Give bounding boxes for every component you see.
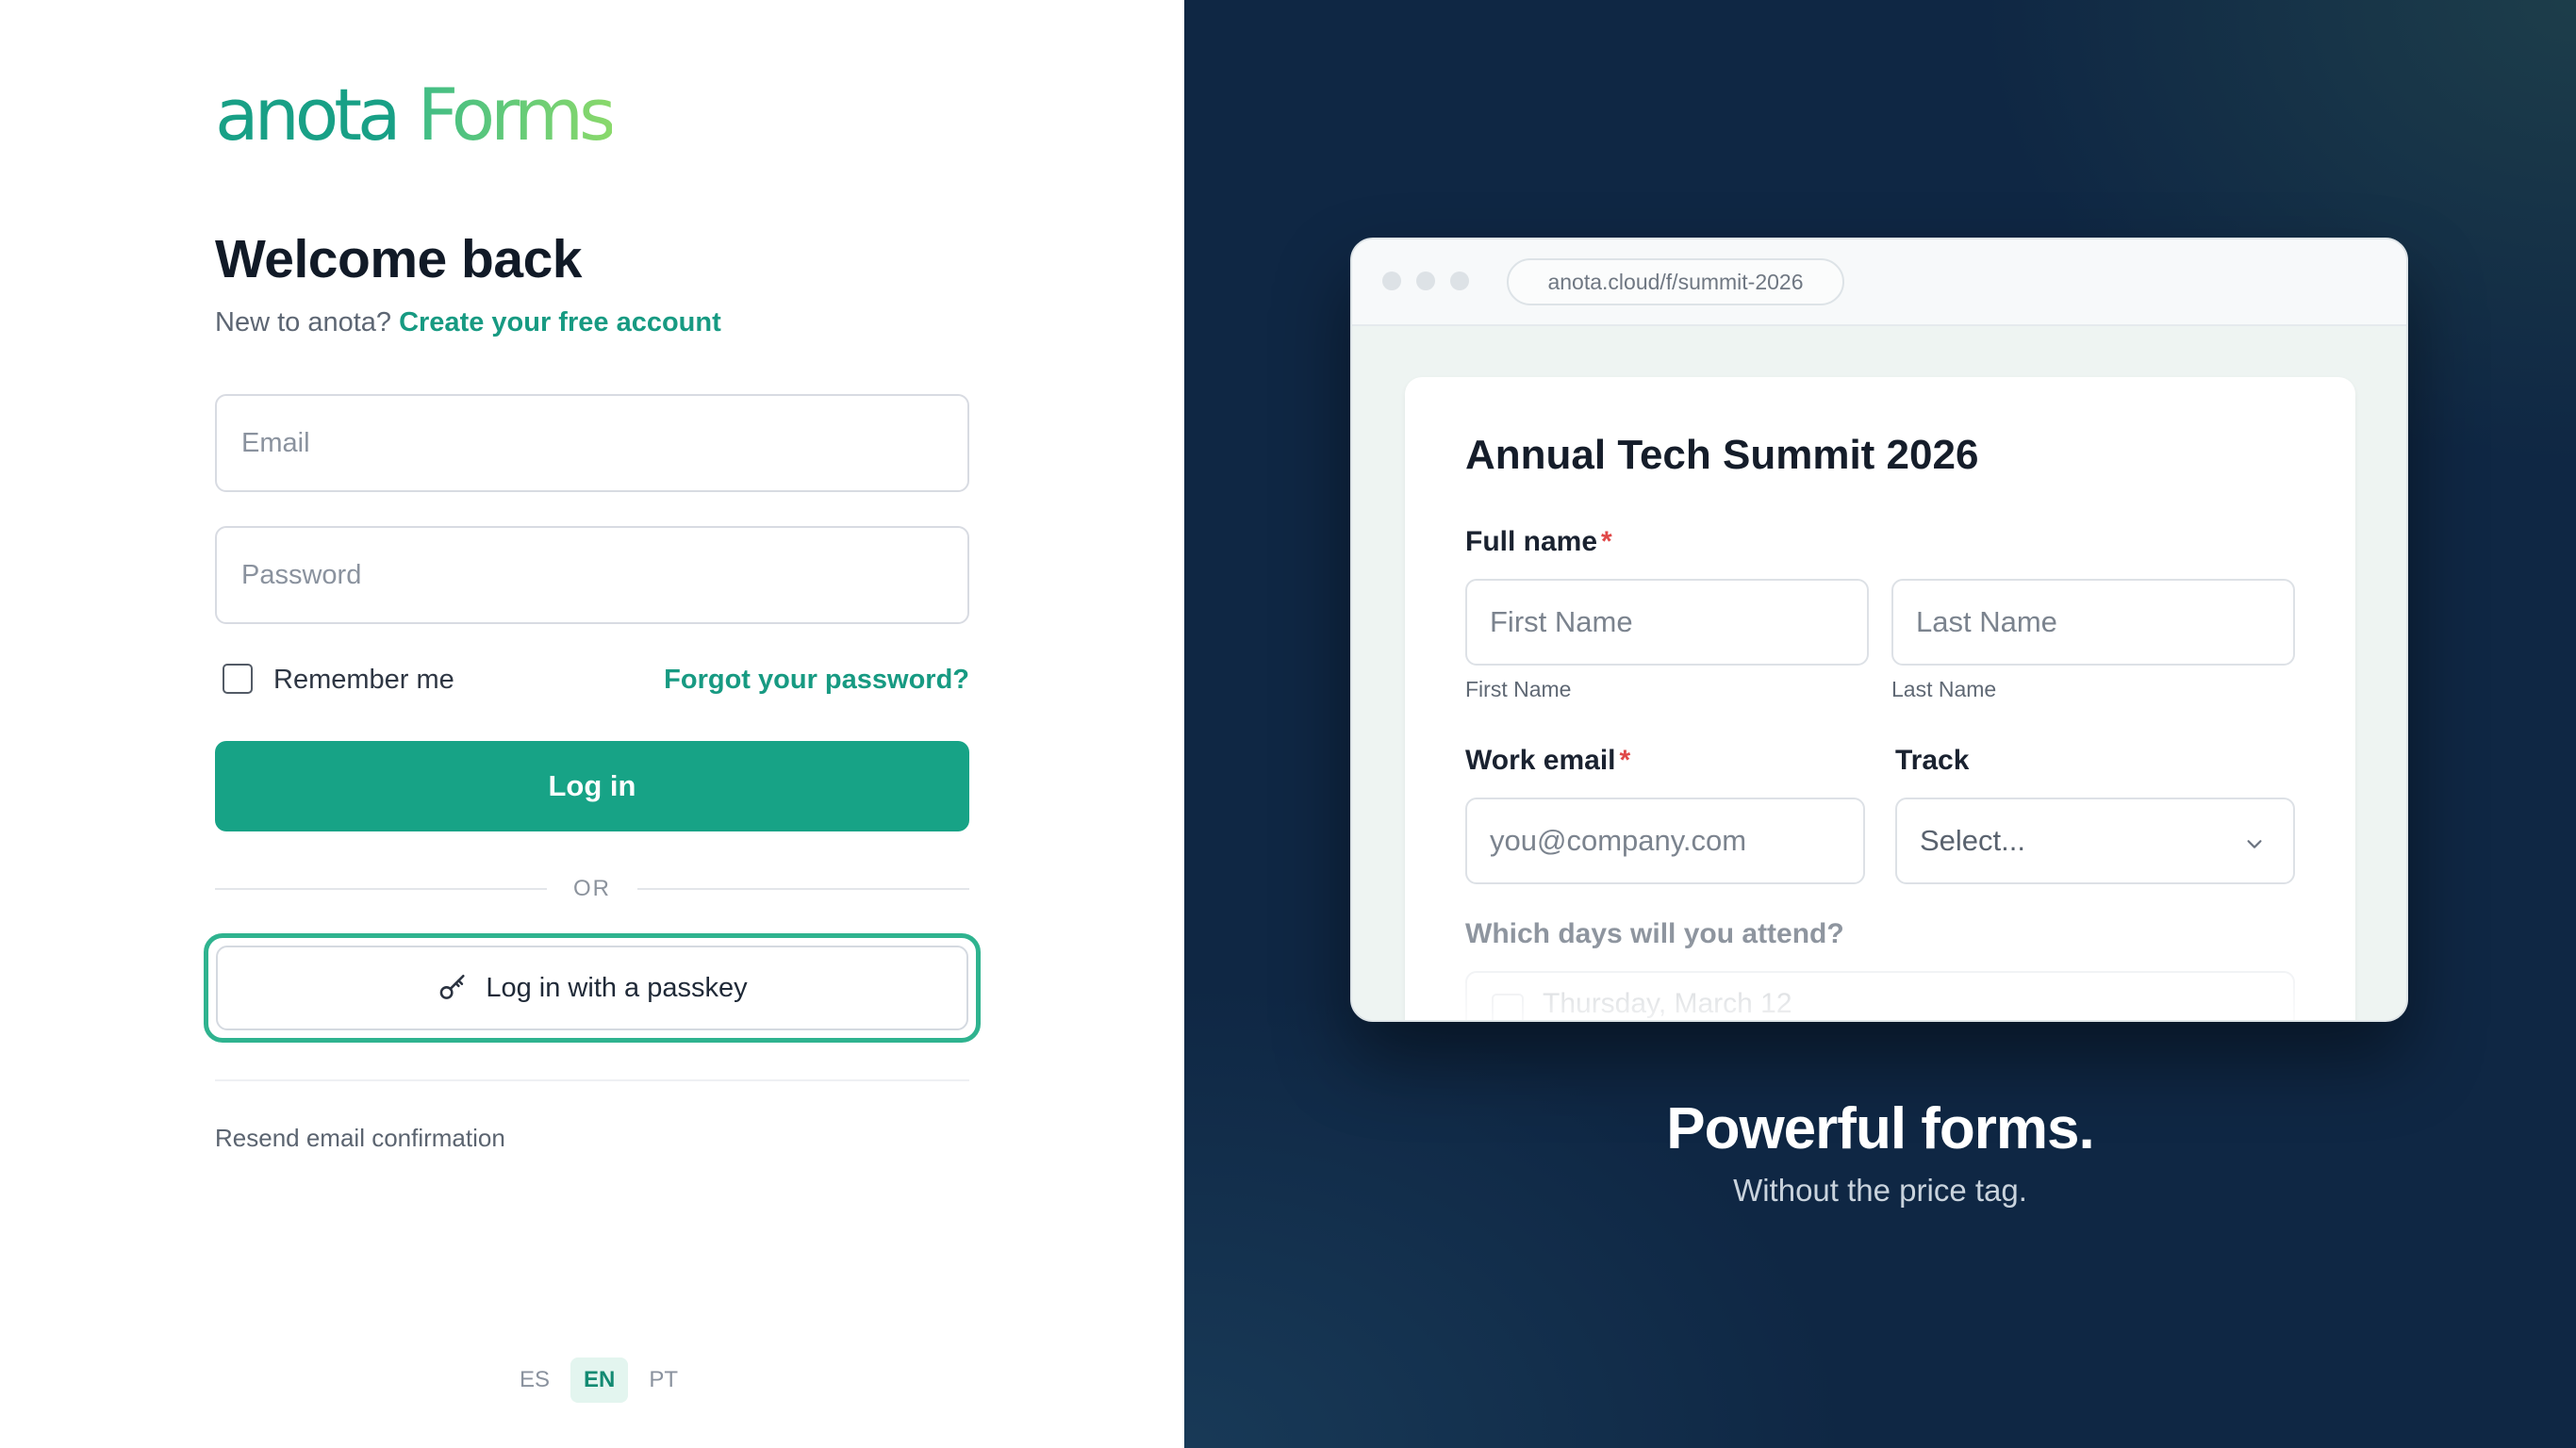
first-name-sublabel: First Name <box>1465 677 1572 701</box>
day-checkbox[interactable] <box>1492 994 1524 1020</box>
remember-me-label[interactable]: Remember me <box>273 665 454 696</box>
create-account-link[interactable]: Create your free account <box>399 307 721 337</box>
lang-pt[interactable]: PT <box>636 1358 691 1403</box>
lang-en[interactable]: EN <box>570 1358 629 1403</box>
section-divider <box>215 1079 969 1081</box>
window-dot-icon <box>1416 272 1435 290</box>
login-panel: anota Forms Welcome back New to anota? Cr… <box>0 0 1184 1448</box>
divider-or: OR <box>573 876 611 901</box>
browser-mockup: anota.cloud/f/summit-2026 Annual Tech Su… <box>1350 238 2408 1022</box>
language-switcher: ES EN PT <box>506 1358 691 1403</box>
chevron-down-icon <box>2247 840 2262 848</box>
track-label: Track <box>1895 745 1970 776</box>
required-marker: * <box>1619 745 1631 776</box>
passkey-focus-ring: Log in with a passkey <box>204 933 981 1043</box>
work-email-label-text: Work email <box>1465 745 1616 776</box>
day-option-label: Thursday, March 12 <box>1543 988 1792 1019</box>
remember-me-checkbox[interactable] <box>223 664 253 694</box>
url-bar: anota.cloud/f/summit-2026 <box>1507 258 1844 305</box>
track-select-value: Select... <box>1920 824 2025 857</box>
full-name-label-text: Full name <box>1465 526 1598 557</box>
logo-word-anota: anota <box>215 73 402 156</box>
signup-prompt: New to anota? <box>215 307 392 337</box>
last-name-sublabel: Last Name <box>1891 677 1997 701</box>
window-dot-icon <box>1382 272 1401 290</box>
browser-content: Annual Tech Summit 2026 Full name * First… <box>1352 326 2406 1020</box>
logo-word-forms: Forms <box>417 73 617 156</box>
form-title: Annual Tech Summit 2026 <box>1465 432 1979 478</box>
work-email-input[interactable] <box>1465 798 1865 884</box>
passkey-login-button[interactable]: Log in with a passkey <box>216 946 968 1030</box>
lang-es[interactable]: ES <box>506 1358 563 1403</box>
track-select[interactable]: Select... <box>1895 798 2295 884</box>
passkey-button-label: Log in with a passkey <box>486 972 748 1003</box>
marketing-tagline: Powerful forms. <box>1666 1096 2095 1161</box>
browser-toolbar: anota.cloud/f/summit-2026 <box>1352 239 2406 326</box>
first-name-input[interactable] <box>1465 579 1869 666</box>
key-icon <box>440 974 465 999</box>
forgot-password-link[interactable]: Forgot your password? <box>664 665 969 696</box>
remember-row: Remember me Forgot your password? <box>215 662 969 699</box>
required-marker: * <box>1601 526 1612 557</box>
divider-right <box>637 888 969 890</box>
password-field[interactable] <box>215 526 969 624</box>
resend-confirmation-link[interactable]: Resend email confirmation <box>215 1124 505 1153</box>
page-title: Welcome back <box>215 229 582 289</box>
form-preview-card: Annual Tech Summit 2026 Full name * First… <box>1405 377 2355 1020</box>
marketing-subtagline: Without the price tag. <box>1733 1173 2027 1208</box>
full-name-label: Full name * <box>1465 526 1612 558</box>
day-option-thursday[interactable]: Thursday, March 12 <box>1465 971 2295 1020</box>
anota-forms-logo: anota Forms <box>215 79 617 151</box>
marketing-panel: anota.cloud/f/summit-2026 Annual Tech Su… <box>1184 0 2576 1448</box>
signup-line: New to anota? Create your free account <box>215 307 721 338</box>
last-name-input[interactable] <box>1891 579 2295 666</box>
login-button[interactable]: Log in <box>215 741 969 831</box>
days-question: Which days will you attend? <box>1465 918 1844 949</box>
divider-left <box>215 888 547 890</box>
window-dot-icon <box>1450 272 1469 290</box>
work-email-label: Work email * <box>1465 745 1630 777</box>
email-field[interactable] <box>215 394 969 492</box>
